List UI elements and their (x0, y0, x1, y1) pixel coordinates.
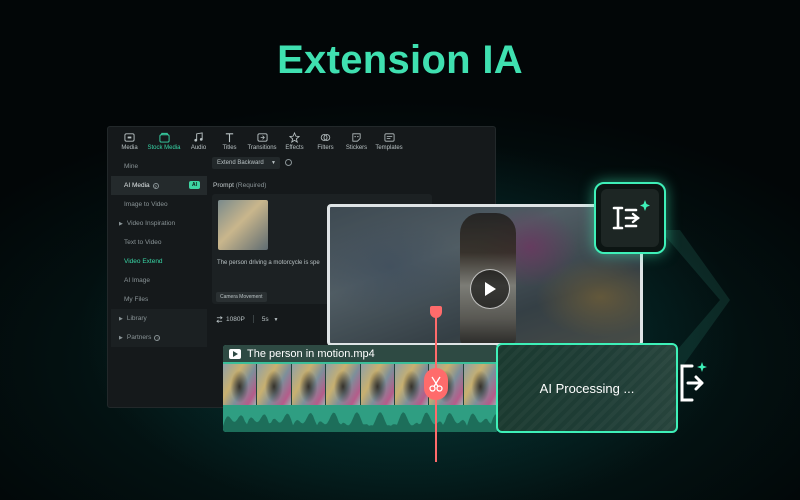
tab-media[interactable]: Media (114, 127, 145, 155)
sidebar-item-image-to-video[interactable]: Image to Video (111, 195, 207, 214)
headline: Extension IA (277, 38, 523, 82)
divider (252, 315, 254, 323)
tab-label: Filters (317, 144, 334, 151)
transitions-icon (256, 132, 268, 142)
sidebar-item-label: Text to Video (124, 239, 162, 246)
tab-stickers[interactable]: Stickers (341, 127, 372, 155)
clip-frame (463, 364, 498, 405)
sidebar-item-video-extend[interactable]: Video Extend (111, 252, 207, 271)
clip-frame (257, 364, 292, 405)
tab-audio[interactable]: Audio (183, 127, 214, 155)
output-settings: 1080P 5s ▼ (216, 315, 278, 323)
clip-frame (326, 364, 361, 405)
templates-icon (384, 132, 394, 142)
info-icon[interactable] (285, 159, 292, 166)
clip-frame (291, 364, 327, 405)
sidebar-item-label: Library (126, 315, 147, 322)
sidebar-item-label: AI Image (124, 277, 151, 284)
tab-filters[interactable]: Filters (310, 127, 341, 155)
prompt-label: Prompt (Required) (213, 182, 266, 189)
split-button[interactable] (424, 368, 448, 400)
playhead-handle[interactable] (430, 306, 442, 318)
chevron-down-icon: ▼ (273, 316, 279, 323)
sidebar-item-video-inspiration[interactable]: ▶ Video Inspiration (111, 214, 207, 233)
video-extend-icon (612, 200, 650, 230)
prompt-label-text: Prompt (213, 182, 234, 189)
ai-extend-tile-inner (601, 189, 659, 247)
video-clip-icon (229, 348, 241, 359)
stock-media-icon (158, 132, 170, 143)
sidebar-item-text-to-video[interactable]: Text to Video (111, 233, 207, 252)
tab-label: Stock Media (147, 144, 181, 151)
tab-label: Titles (222, 144, 237, 151)
resolution-select[interactable]: 1080P (216, 316, 245, 323)
audio-waveform (223, 405, 498, 432)
clip-title: The person in motion.mp4 (247, 347, 375, 360)
sidebar-item-label: Image to Video (124, 201, 168, 208)
sidebar-item-ai-media[interactable]: AI Media ? AI (111, 176, 207, 195)
sidebar-item-mine[interactable]: Mine (111, 157, 207, 176)
camera-movement-chip[interactable]: Camera Movement (216, 292, 267, 302)
sidebar-item-ai-image[interactable]: AI Image (111, 271, 207, 290)
sidebar-item-library[interactable]: ▶ Library (111, 309, 207, 328)
media-icon (124, 132, 135, 142)
timeline-clip[interactable]: The person in motion.mp4 (223, 345, 498, 432)
tab-label: Stickers (345, 144, 368, 151)
clip-frames (223, 364, 498, 405)
select-value: Extend Backward (217, 160, 264, 166)
tab-titles[interactable]: Titles (214, 127, 245, 155)
tab-transitions[interactable]: Transitions (245, 127, 279, 155)
titles-icon (225, 132, 234, 142)
clip-header: The person in motion.mp4 (223, 345, 498, 362)
tab-templates[interactable]: Templates (372, 127, 406, 155)
play-button[interactable] (470, 269, 510, 309)
tab-label: Audio (190, 144, 207, 151)
help-icon[interactable]: ? (152, 182, 159, 189)
clip-frame (223, 364, 258, 405)
caret-right-icon: ▶ (119, 334, 123, 341)
audio-icon (194, 131, 203, 142)
tab-label: Templates (375, 144, 403, 151)
sidebar-item-label: AI Media (124, 182, 150, 189)
duration-value: 5s (261, 315, 269, 323)
tab-stock-media[interactable]: Stock Media (145, 127, 183, 155)
sidebar-item-partners[interactable]: ▶ Partners ? (111, 328, 207, 347)
caret-right-icon: ▶ (119, 315, 123, 322)
extend-direction-select[interactable]: Extend Backward ▼ (212, 157, 280, 169)
tab-label: Effects (285, 144, 304, 151)
effects-icon (289, 131, 300, 143)
resolution-value: 1080P (226, 315, 245, 323)
tab-effects[interactable]: Effects (279, 127, 310, 155)
export-icon[interactable] (678, 362, 708, 404)
sidebar-item-my-files[interactable]: My Files (111, 290, 207, 309)
play-icon (485, 282, 496, 296)
tab-label: Media (121, 144, 138, 151)
caret-right-icon: ▶ (119, 220, 123, 227)
source-thumbnail[interactable] (218, 200, 268, 250)
ai-badge: AI (189, 181, 200, 189)
tab-label: Transitions (247, 144, 277, 151)
sidebar: Mine AI Media ? AI Image to Video ▶ Vide… (111, 157, 207, 347)
ai-extend-tile (594, 182, 666, 254)
ai-processing-text: AI Processing ... (539, 380, 635, 396)
filters-icon (320, 133, 331, 141)
help-icon[interactable]: ? (154, 334, 161, 341)
stickers-icon (352, 132, 361, 142)
sidebar-item-label: Video Extend (124, 258, 163, 265)
duration-select[interactable]: 5s ▼ (262, 316, 279, 323)
prompt-required: (Required) (235, 182, 267, 189)
sidebar-item-label: My Files (124, 296, 149, 303)
clip-frame (360, 364, 395, 405)
media-toolbar: Media Stock Media Audio Titles Transitio… (108, 127, 495, 155)
ai-processing-card: AI Processing ... (496, 343, 678, 433)
prompt-text[interactable]: The person driving a motorcycle is spe (217, 260, 320, 266)
swap-icon (216, 315, 223, 323)
scissors-icon (429, 376, 443, 392)
chevron-down-icon: ▼ (271, 160, 276, 166)
sidebar-item-label: Mine (124, 163, 139, 170)
sidebar-item-label: Video Inspiration (126, 220, 176, 227)
sidebar-item-label: Partners (126, 334, 152, 341)
